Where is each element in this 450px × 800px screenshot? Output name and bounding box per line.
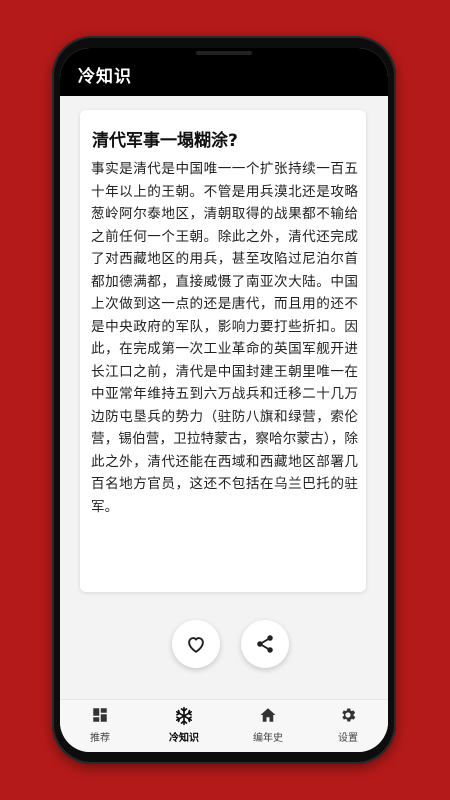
nav-label-settings: 设置 bbox=[338, 733, 358, 744]
fact-body: 事实是清代是中国唯一一个扩张持续一百五十年以上的王朝。不管是用兵漠北还是攻略葱岭… bbox=[91, 161, 358, 515]
nav-label-cold-facts: 冷知识 bbox=[169, 733, 199, 744]
heart-outline-icon bbox=[188, 637, 204, 653]
share-icon bbox=[257, 635, 273, 653]
nav-item-settings[interactable]: 设置 bbox=[308, 706, 388, 744]
share-button[interactable] bbox=[241, 620, 289, 668]
app-bar: 冷知识 bbox=[60, 48, 388, 96]
nav-item-recommend[interactable]: 推荐 bbox=[60, 706, 140, 744]
nav-item-cold-facts[interactable]: 冷知识 bbox=[144, 706, 224, 744]
nav-label-recommend: 推荐 bbox=[90, 733, 110, 744]
home-icon bbox=[228, 706, 308, 728]
phone-frame: 冷知识 清代军事一塌糊涂? 事实是清代是中国唯一一个扩张持续一百五十年以上的王朝… bbox=[52, 36, 396, 764]
nav-label-chronicle: 编年史 bbox=[253, 733, 283, 744]
page-title: 冷知识 bbox=[78, 67, 132, 87]
snowflake-icon bbox=[144, 706, 224, 728]
dashboard-icon bbox=[60, 706, 140, 728]
gear-icon bbox=[308, 706, 388, 728]
camera-notch bbox=[196, 51, 252, 55]
bottom-navigation: 推荐 冷知识 编年史 设置 bbox=[60, 699, 388, 752]
like-button[interactable] bbox=[172, 620, 220, 668]
nav-item-chronicle[interactable]: 编年史 bbox=[228, 706, 308, 744]
fact-title: 清代军事一塌糊涂? bbox=[92, 131, 238, 151]
fact-card: 清代军事一塌糊涂? 事实是清代是中国唯一一个扩张持续一百五十年以上的王朝。不管是… bbox=[80, 110, 366, 592]
app-screen: 冷知识 清代军事一塌糊涂? 事实是清代是中国唯一一个扩张持续一百五十年以上的王朝… bbox=[60, 48, 388, 752]
